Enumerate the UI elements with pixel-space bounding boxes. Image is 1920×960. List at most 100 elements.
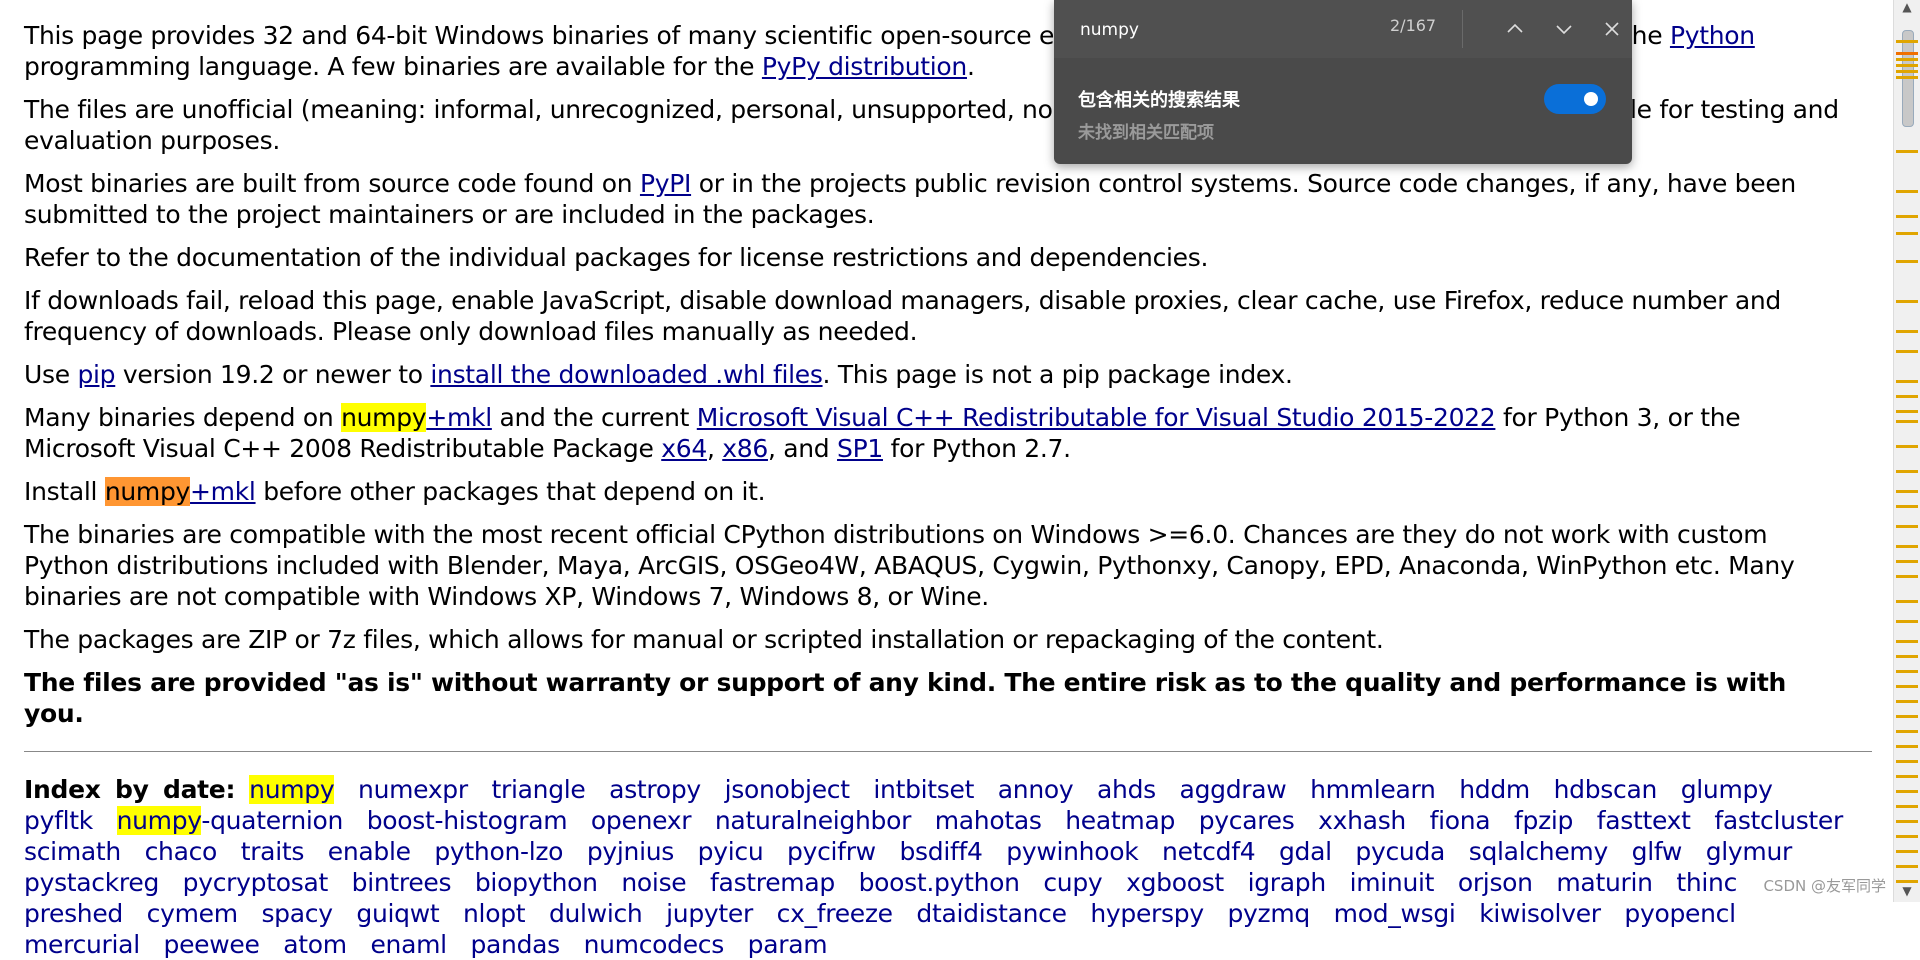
index-link-enable[interactable]: enable (328, 837, 411, 866)
vertical-scrollbar[interactable]: ▲ ▼ (1893, 0, 1920, 902)
index-link-iminuit[interactable]: iminuit (1350, 868, 1435, 897)
index-link-sqlalchemy[interactable]: sqlalchemy (1469, 837, 1609, 866)
compat-paragraph: The binaries are compatible with the mos… (24, 520, 1795, 611)
index-link-pycifrw[interactable]: pycifrw (787, 837, 876, 866)
previous-match-button[interactable] (1498, 12, 1532, 46)
index-link-netcdf4[interactable]: netcdf4 (1162, 837, 1256, 866)
index-link-pycuda[interactable]: pycuda (1355, 837, 1445, 866)
index-link-annoy[interactable]: annoy (998, 775, 1074, 804)
index-link-fastcluster[interactable]: fastcluster (1714, 806, 1843, 835)
index-link-cupy[interactable]: cupy (1043, 868, 1102, 897)
mkl-link[interactable]: +mkl (426, 403, 492, 432)
index-link-mod-wsgi[interactable]: mod_wsgi (1334, 899, 1456, 928)
scroll-up-arrow-icon[interactable]: ▲ (1896, 0, 1918, 18)
index-link-pyicu[interactable]: pyicu (698, 837, 764, 866)
index-link-pandas[interactable]: pandas (470, 930, 560, 959)
index-link-igraph[interactable]: igraph (1248, 868, 1327, 897)
index-link-mahotas[interactable]: mahotas (935, 806, 1042, 835)
index-link-hmmlearn[interactable]: hmmlearn (1310, 775, 1436, 804)
index-link-nlopt[interactable]: nlopt (463, 899, 526, 928)
index-link-numpy-quaternion[interactable]: numpy-quaternion (116, 806, 343, 835)
index-link-orjson[interactable]: orjson (1458, 868, 1533, 897)
index-link-numcodecs[interactable]: numcodecs (584, 930, 725, 959)
index-link-atom[interactable]: atom (283, 930, 347, 959)
index-link-jupyter[interactable]: jupyter (666, 899, 753, 928)
index-link-boost-python[interactable]: boost.python (859, 868, 1020, 897)
x86-link[interactable]: x86 (722, 434, 768, 463)
index-link-peewee[interactable]: peewee (164, 930, 260, 959)
index-link-guiqwt[interactable]: guiqwt (356, 899, 439, 928)
index-link-xxhash[interactable]: xxhash (1318, 806, 1406, 835)
index-link-chaco[interactable]: chaco (145, 837, 218, 866)
index-link-pycryptosat[interactable]: pycryptosat (183, 868, 329, 897)
index-link-naturalneighbor[interactable]: naturalneighbor (715, 806, 911, 835)
index-link-glumpy[interactable]: glumpy (1681, 775, 1773, 804)
index-link-cx-freeze[interactable]: cx_freeze (777, 899, 893, 928)
index-link-numexpr[interactable]: numexpr (358, 775, 468, 804)
index-link-pystackreg[interactable]: pystackreg (24, 868, 159, 897)
find-input[interactable] (1078, 14, 1372, 46)
index-link-param[interactable]: param (748, 930, 828, 959)
next-match-button[interactable] (1547, 12, 1581, 46)
pypi-link[interactable]: PyPI (640, 169, 691, 198)
index-link-pyjnius[interactable]: pyjnius (587, 837, 674, 866)
index-link-maturin[interactable]: maturin (1556, 868, 1653, 897)
index-link-bintrees[interactable]: bintrees (352, 868, 452, 897)
index-link-glymur[interactable]: glymur (1706, 837, 1793, 866)
index-link-triangle[interactable]: triangle (492, 775, 586, 804)
index-link-pyopencl[interactable]: pyopencl (1624, 899, 1736, 928)
index-link-fpzip[interactable]: fpzip (1514, 806, 1573, 835)
index-link-pyfltk[interactable]: pyfltk (24, 806, 93, 835)
index-link-enaml[interactable]: enaml (370, 930, 447, 959)
index-link-xgboost[interactable]: xgboost (1126, 868, 1224, 897)
index-link-hddm[interactable]: hddm (1459, 775, 1530, 804)
msvc-link[interactable]: Microsoft Visual C++ Redistributable for… (697, 403, 1496, 432)
match-marker (1896, 395, 1918, 398)
index-link-openexr[interactable]: openexr (591, 806, 692, 835)
close-find-button[interactable] (1595, 12, 1629, 46)
depend-paragraph: Many binaries depend on numpy+mkl and th… (24, 402, 1854, 464)
x64-link[interactable]: x64 (661, 434, 707, 463)
index-link-ahds[interactable]: ahds (1097, 775, 1156, 804)
index-link-dulwich[interactable]: dulwich (549, 899, 643, 928)
index-link-intbitset[interactable]: intbitset (873, 775, 974, 804)
index-link-astropy[interactable]: astropy (609, 775, 701, 804)
index-link-hyperspy[interactable]: hyperspy (1090, 899, 1204, 928)
index-link-bsdiff4[interactable]: bsdiff4 (899, 837, 982, 866)
index-link-heatmap[interactable]: heatmap (1065, 806, 1175, 835)
index-link-biopython[interactable]: biopython (475, 868, 598, 897)
index-link-fastremap[interactable]: fastremap (710, 868, 835, 897)
python-link[interactable]: Python (1670, 21, 1755, 50)
index-link-spacy[interactable]: spacy (261, 899, 333, 928)
index-link-boost-histogram[interactable]: boost-histogram (367, 806, 568, 835)
index-link-pywinhook[interactable]: pywinhook (1006, 837, 1138, 866)
index-link-aggdraw[interactable]: aggdraw (1180, 775, 1287, 804)
sp1-link[interactable]: SP1 (837, 434, 883, 463)
index-link-kiwisolver[interactable]: kiwisolver (1479, 899, 1601, 928)
index-link-gdal[interactable]: gdal (1279, 837, 1332, 866)
intro-text-3: programming language. A few binaries are… (24, 52, 762, 81)
index-link-python-lzo[interactable]: python-lzo (434, 837, 563, 866)
index-link-fiona[interactable]: fiona (1430, 806, 1491, 835)
scroll-down-arrow-icon[interactable]: ▼ (1896, 884, 1918, 902)
pypy-link[interactable]: PyPy distribution (762, 52, 967, 81)
index-link-preshed[interactable]: preshed (24, 899, 123, 928)
index-link-cymem[interactable]: cymem (147, 899, 238, 928)
install-whl-link[interactable]: install the downloaded .whl files (430, 360, 822, 389)
index-link-dtaidistance[interactable]: dtaidistance (916, 899, 1067, 928)
index-link-jsonobject[interactable]: jsonobject (725, 775, 850, 804)
index-link-hdbscan[interactable]: hdbscan (1554, 775, 1658, 804)
mkl-link-2[interactable]: +mkl (190, 477, 256, 506)
index-link-pyzmq[interactable]: pyzmq (1227, 899, 1310, 928)
index-link-pycares[interactable]: pycares (1199, 806, 1295, 835)
related-results-toggle[interactable] (1544, 84, 1606, 114)
pip-link[interactable]: pip (77, 360, 115, 389)
index-link-scimath[interactable]: scimath (24, 837, 121, 866)
index-link-numpy[interactable]: numpy (249, 775, 335, 804)
index-link-thinc[interactable]: thinc (1676, 868, 1737, 897)
index-link-mercurial[interactable]: mercurial (24, 930, 140, 959)
index-link-noise[interactable]: noise (621, 868, 686, 897)
index-link-glfw[interactable]: glfw (1632, 837, 1683, 866)
index-link-fasttext[interactable]: fasttext (1597, 806, 1691, 835)
index-link-traits[interactable]: traits (241, 837, 305, 866)
